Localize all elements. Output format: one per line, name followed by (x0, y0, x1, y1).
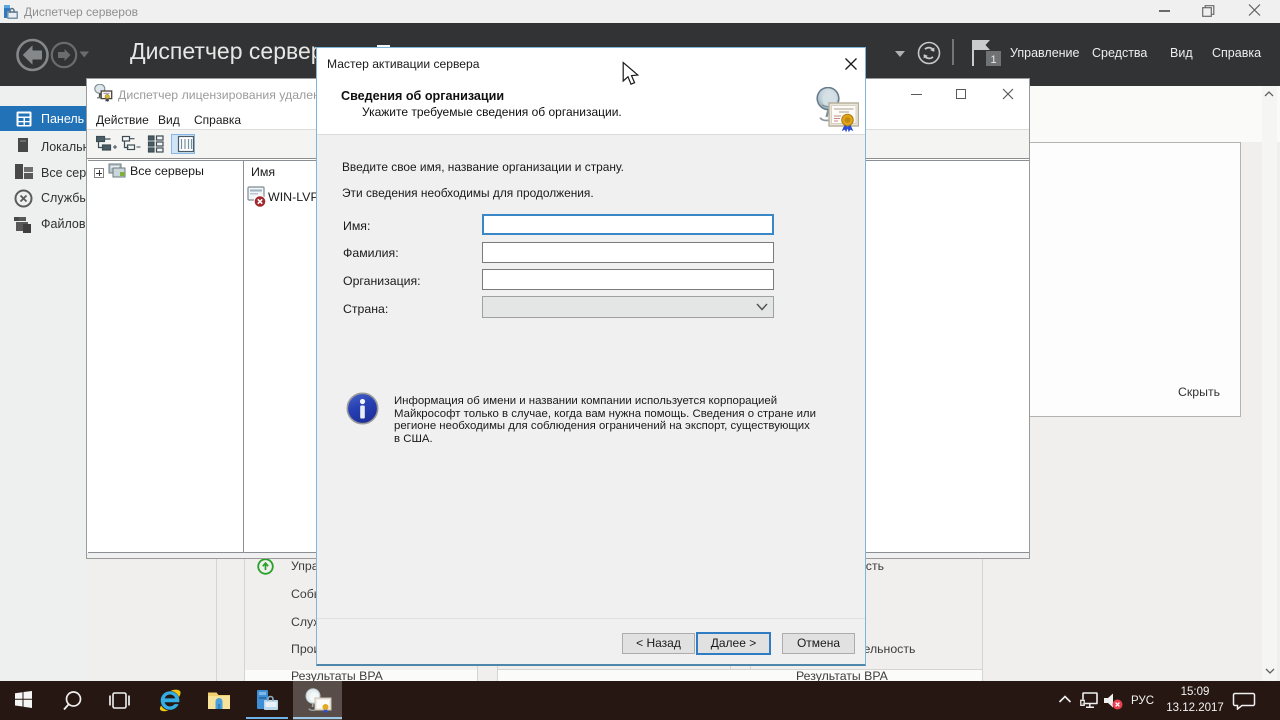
svg-text:1: 1 (990, 54, 996, 66)
